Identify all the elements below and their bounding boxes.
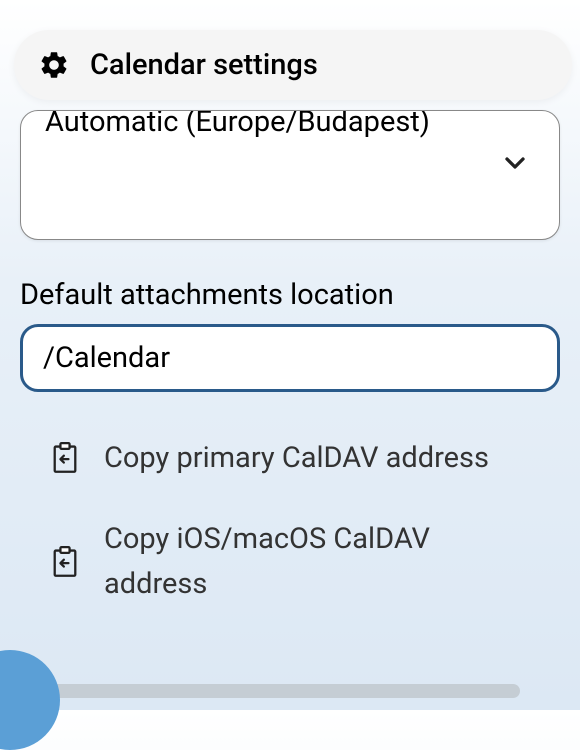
attachments-label: Default attachments location	[20, 278, 560, 312]
timezone-value: Automatic (Europe/Budapest)	[45, 110, 430, 139]
settings-header: Calendar settings	[14, 30, 572, 100]
actions-list: Copy primary CalDAV address Copy iOS/mac…	[20, 418, 560, 625]
copy-ios-caldav-button[interactable]: Copy iOS/macOS CalDAV address	[20, 499, 560, 625]
horizontal-scrollbar[interactable]	[22, 684, 520, 698]
attachments-location-input[interactable]	[20, 324, 560, 392]
clipboard-arrow-icon	[48, 546, 82, 578]
copy-ios-label: Copy iOS/macOS CalDAV address	[104, 517, 532, 607]
settings-title: Calendar settings	[90, 48, 318, 82]
copy-primary-caldav-button[interactable]: Copy primary CalDAV address	[20, 418, 560, 499]
timezone-dropdown[interactable]: Automatic (Europe/Budapest)	[20, 110, 560, 240]
clipboard-arrow-icon	[48, 442, 82, 474]
decorative-corner	[0, 650, 60, 750]
chevron-down-icon	[499, 147, 531, 179]
copy-primary-label: Copy primary CalDAV address	[104, 436, 489, 481]
gear-icon	[38, 49, 70, 81]
